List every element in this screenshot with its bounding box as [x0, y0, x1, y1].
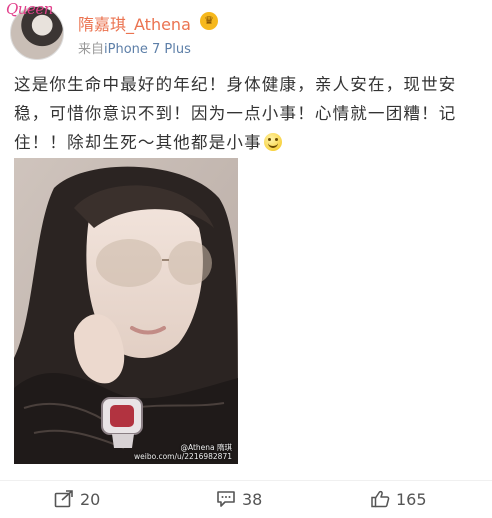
- source-device-link[interactable]: iPhone 7 Plus: [104, 42, 191, 57]
- username-link[interactable]: 隋嘉琪_Athena: [78, 11, 191, 35]
- photo-watermark-url: weibo.com/u/2216982871: [134, 452, 232, 461]
- comment-count: 38: [242, 489, 263, 509]
- thumbs-up-icon: [371, 490, 390, 508]
- photo-watermark: @Athena 隋琪 weibo.com/u/2216982871: [134, 443, 232, 461]
- repost-count: 20: [80, 489, 101, 509]
- post-body: 这是你生命中最好的年纪！身体健康，亲人安在，现世安稳，可惜你意识不到！因为一点小…: [14, 75, 457, 152]
- portrait-photo-illustration: [14, 158, 238, 464]
- like-count: 165: [396, 489, 427, 509]
- source-prefix: 来自: [78, 42, 105, 57]
- like-button[interactable]: 165: [370, 488, 427, 510]
- photo-watermark-handle: @Athena 隋琪: [180, 443, 232, 452]
- comment-button[interactable]: 38: [216, 488, 262, 510]
- crown-badge-icon: ♛: [200, 12, 218, 30]
- post-text: 这是你生命中最好的年纪！身体健康，亲人安在，现世安稳，可惜你意识不到！因为一点小…: [14, 70, 466, 157]
- avatar-watermark: Queen: [6, 0, 53, 18]
- action-bar: 20 38 165: [0, 480, 492, 518]
- weibo-post: Queen 隋嘉琪_Athena ♛ 来自iPhone 7 Plus 这是你生命…: [0, 0, 492, 517]
- repost-button[interactable]: 20: [54, 488, 100, 510]
- smile-emoji-icon: [263, 133, 282, 151]
- repost-icon: [54, 490, 73, 508]
- post-source: 来自iPhone 7 Plus: [78, 38, 191, 57]
- comment-icon: [217, 491, 235, 507]
- post-photo[interactable]: @Athena 隋琪 weibo.com/u/2216982871: [14, 158, 238, 464]
